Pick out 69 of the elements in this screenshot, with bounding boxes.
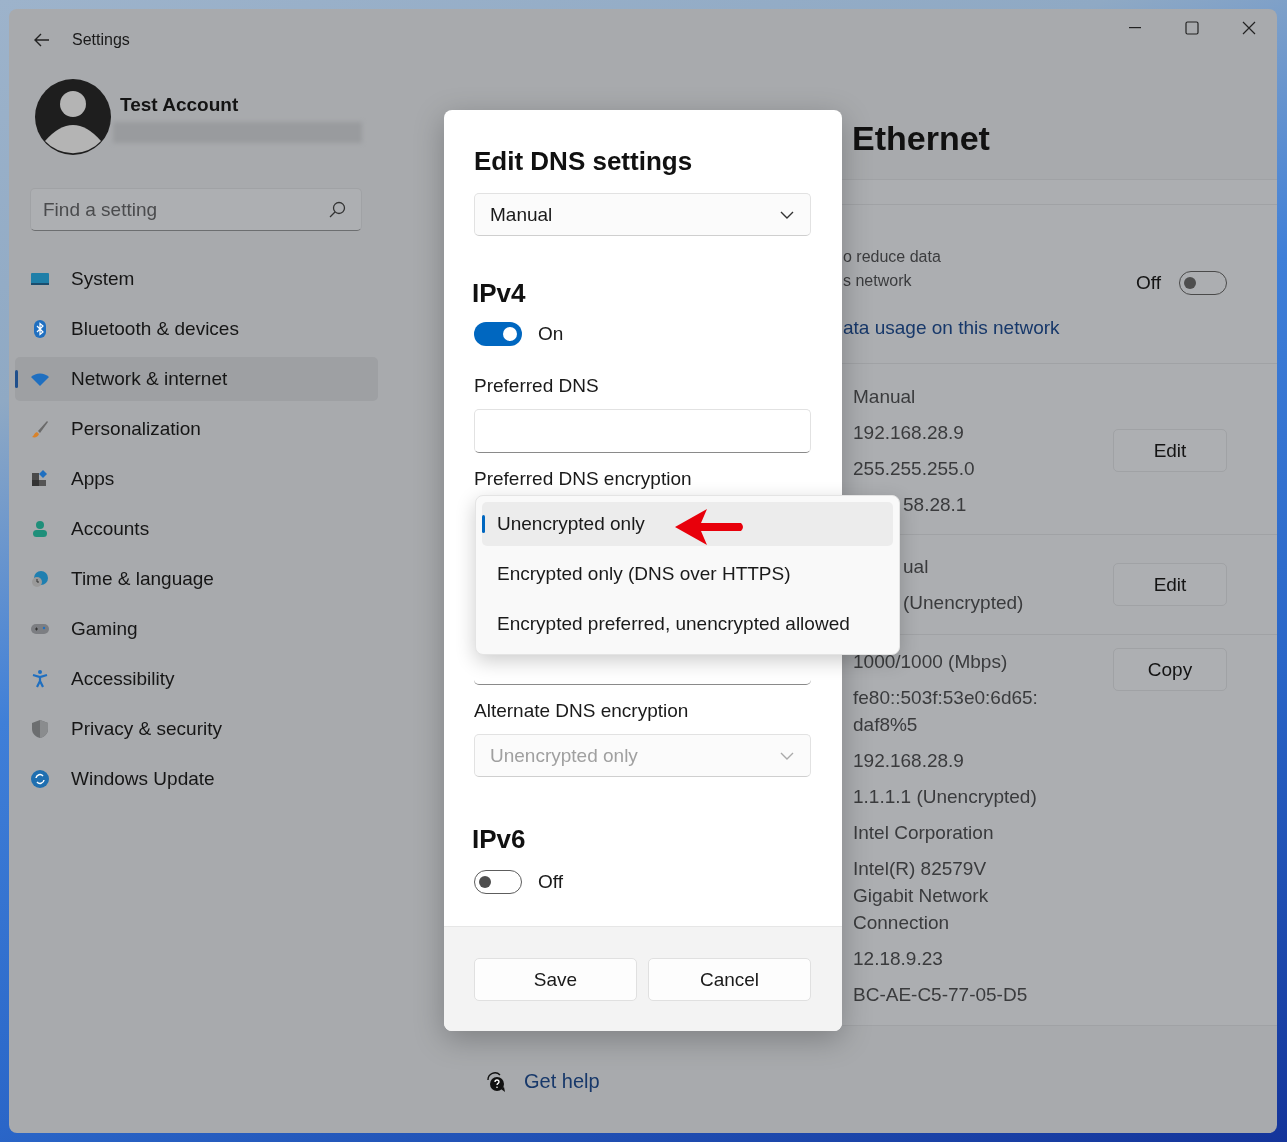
nav-item[interactable]: Gaming bbox=[15, 607, 378, 651]
property-value: 12.18.9.23 bbox=[853, 947, 944, 971]
dialog-title: Edit DNS settings bbox=[474, 145, 694, 178]
brush-icon bbox=[30, 419, 50, 439]
back-arrow-icon bbox=[34, 33, 50, 47]
nav-item[interactable]: Personalization bbox=[15, 407, 378, 451]
cancel-button[interactable]: Cancel bbox=[648, 958, 811, 1001]
property-value: ual bbox=[903, 555, 930, 579]
copy-button[interactable]: Copy bbox=[1113, 648, 1227, 691]
nav-item[interactable]: Apps bbox=[15, 457, 378, 501]
chevron-down-icon bbox=[780, 751, 794, 760]
property-value: 255.255.255.0 bbox=[853, 457, 976, 481]
section-heading: IPv4 bbox=[472, 277, 527, 310]
menu-option[interactable]: Unencrypted only bbox=[482, 502, 893, 546]
field-label: Preferred DNS bbox=[474, 374, 600, 398]
sync-icon bbox=[30, 769, 50, 789]
data-usage-link[interactable]: ata usage on this network bbox=[843, 317, 1136, 339]
chevron-down-icon bbox=[780, 210, 794, 219]
description-text: s network bbox=[843, 271, 913, 291]
search-field[interactable]: Find a setting bbox=[30, 188, 362, 231]
property-value: Intel(R) 82579V Gigabit Network Connection bbox=[853, 857, 990, 935]
mode-dropdown[interactable]: Manual bbox=[474, 193, 811, 236]
description-text: o reduce data bbox=[843, 247, 942, 267]
globe-clock-icon bbox=[30, 569, 50, 589]
nav-item[interactable]: Bluetooth & devices bbox=[15, 307, 378, 351]
nav-item[interactable]: Accessibility bbox=[15, 657, 378, 701]
property-value: BC-AE-C5-77-05-D5 bbox=[853, 983, 1029, 1007]
account-name: Test Account bbox=[120, 94, 240, 116]
field-label: Alternate DNS encryption bbox=[474, 699, 690, 723]
property-value: 58.28.1 bbox=[903, 493, 968, 517]
section-heading: IPv6 bbox=[472, 823, 527, 856]
property-value: Intel Corporation bbox=[853, 821, 995, 845]
menu-option[interactable]: Encrypted only (DNS over HTTPS) bbox=[482, 552, 893, 596]
property-value: fe80::503f:53e0:6d65:daf8%5 bbox=[853, 686, 1039, 737]
toggle-label: Off bbox=[1136, 272, 1161, 294]
property-value: 1000/1000 (Mbps) bbox=[853, 650, 1009, 674]
accessibility-icon bbox=[30, 669, 50, 689]
edit-button[interactable]: Edit bbox=[1113, 563, 1227, 606]
nav-item[interactable]: Time & language bbox=[15, 557, 378, 601]
property-value: 1.1.1.1 (Unencrypted) bbox=[853, 785, 1038, 809]
nav-item[interactable]: Accounts bbox=[15, 507, 378, 551]
nav-item[interactable]: System bbox=[15, 257, 378, 301]
save-button[interactable]: Save bbox=[474, 958, 637, 1001]
search-icon bbox=[329, 201, 346, 218]
nav-item[interactable]: Windows Update bbox=[15, 757, 378, 801]
menu-option[interactable]: Encrypted preferred, unencrypted allowed bbox=[482, 602, 893, 646]
edit-button[interactable]: Edit bbox=[1113, 429, 1227, 472]
toggle-switch[interactable] bbox=[474, 322, 522, 346]
person-icon bbox=[30, 519, 50, 539]
property-value: 192.168.28.9 bbox=[853, 421, 965, 445]
help-link[interactable]: Get help bbox=[524, 1070, 600, 1093]
toggle-label: On bbox=[538, 323, 564, 345]
maximize-icon bbox=[1184, 21, 1199, 35]
property-value: (Unencrypted) bbox=[903, 591, 1025, 615]
field-label: Preferred DNS encryption bbox=[474, 467, 693, 491]
property-value: Manual bbox=[853, 385, 917, 409]
nav-item[interactable]: Network & internet bbox=[15, 357, 378, 401]
apps-icon bbox=[30, 469, 50, 489]
window-title: Settings bbox=[72, 31, 130, 49]
help-icon bbox=[484, 1070, 506, 1093]
input-field[interactable] bbox=[474, 409, 811, 453]
toggle-label: Off bbox=[538, 871, 563, 893]
property-value: 192.168.28.9 bbox=[853, 749, 965, 773]
shield-icon bbox=[30, 719, 50, 739]
arrow-icon bbox=[673, 507, 745, 547]
page-title: Ethernet bbox=[852, 118, 991, 159]
minimize-icon bbox=[1128, 27, 1141, 29]
close-icon bbox=[1241, 21, 1256, 35]
nav-item[interactable]: Privacy & security bbox=[15, 707, 378, 751]
